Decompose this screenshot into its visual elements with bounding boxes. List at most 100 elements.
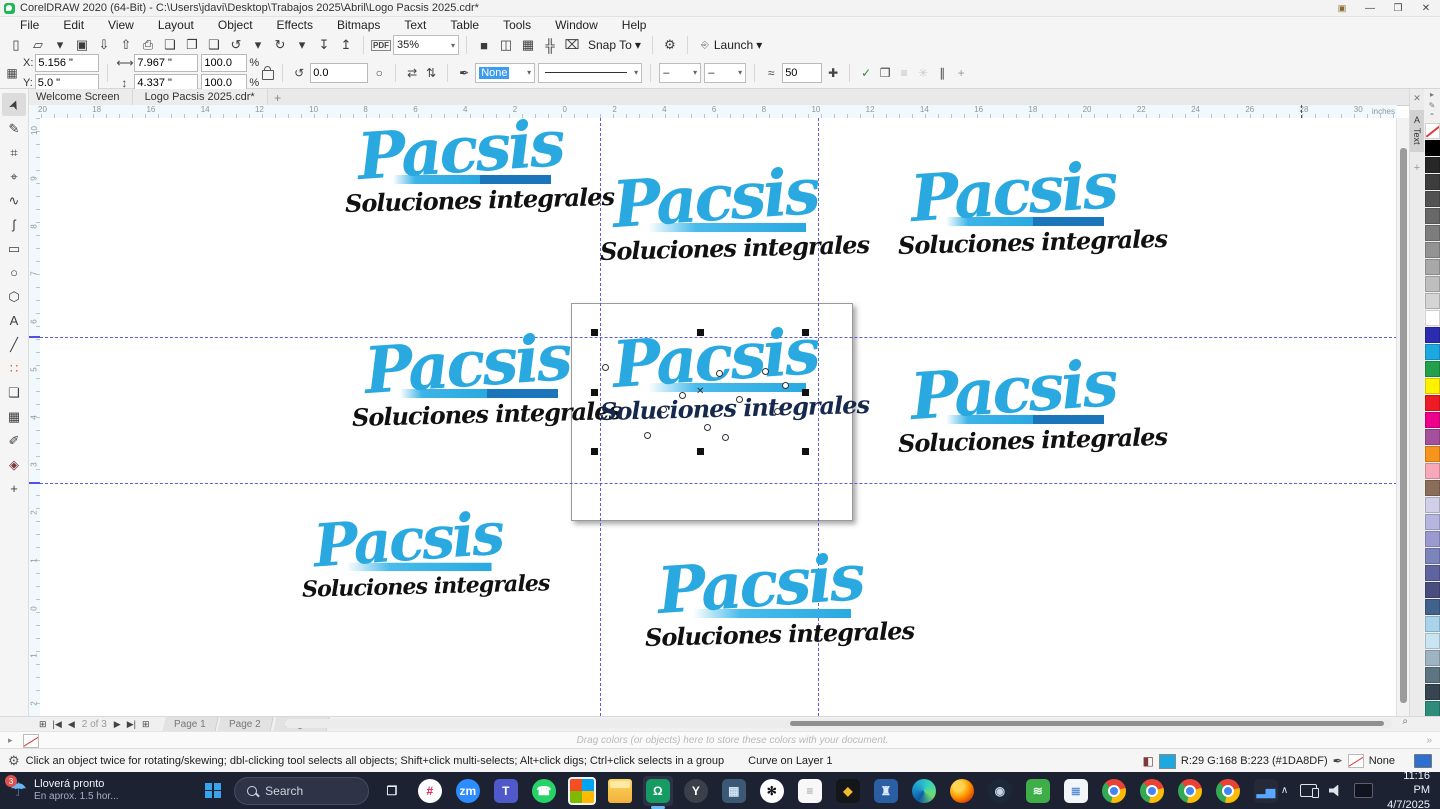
freehand-tool[interactable]: ∿ (2, 189, 26, 212)
palette-swatch[interactable] (1425, 259, 1440, 275)
cast-device-icon[interactable] (1300, 784, 1316, 797)
palette-swatch[interactable] (1425, 616, 1440, 632)
zoom-tool[interactable]: ⌖ (2, 165, 26, 188)
pick-tool[interactable]: ➤ (2, 93, 26, 116)
save-icon[interactable]: ▣ (72, 35, 92, 55)
menu-item[interactable]: Object (206, 18, 265, 32)
print-icon[interactable]: ⎙ (138, 35, 158, 55)
bluestacks[interactable]: ≋ (1023, 776, 1053, 806)
file-explorer[interactable] (605, 776, 635, 806)
zoom-corner-icon[interactable]: ⌕ (1402, 716, 1408, 727)
menu-item[interactable]: Help (610, 18, 659, 32)
duplicate-icon[interactable]: ❑ (204, 35, 224, 55)
undo-arrow[interactable]: ▾ (248, 35, 268, 55)
palette-swatch[interactable] (1425, 208, 1440, 224)
import-cloud-icon[interactable]: ⇩ (94, 35, 114, 55)
snap-to-button[interactable]: Snap To▾ (584, 38, 645, 52)
palette-swatch[interactable] (1425, 276, 1440, 292)
palette-swatch[interactable] (1425, 412, 1440, 428)
fullscreen-preview-icon[interactable]: ■ (474, 35, 494, 55)
ellipse-tool[interactable]: ○ (2, 261, 26, 284)
edge[interactable] (909, 776, 939, 806)
logo-middle-right[interactable]: Pacsis Soluciones integrales (898, 362, 1128, 455)
palette-swatch[interactable] (1425, 463, 1440, 479)
blue-app[interactable]: ♜ (871, 776, 901, 806)
status-gear-icon[interactable]: ⚙ (8, 753, 20, 769)
whatsapp[interactable]: ☎ (529, 776, 559, 806)
menu-item[interactable]: Tools (491, 18, 543, 32)
mirror-vertical-icon[interactable]: ⇅ (423, 66, 439, 80)
menu-item[interactable]: Layout (146, 18, 206, 32)
dimension-tool[interactable]: ╱ (2, 333, 26, 356)
vertical-scrollbar[interactable] (1396, 118, 1410, 716)
palette-swatch[interactable] (1425, 361, 1440, 377)
palette-swatch[interactable] (1425, 225, 1440, 241)
tray-chevron-icon[interactable]: ∧ (1281, 785, 1288, 796)
object-properties-icon[interactable]: ∥ (934, 66, 950, 80)
tray-flyout-icon[interactable]: ▸ (8, 735, 13, 746)
performance-monitor[interactable]: ▂▅ (1251, 776, 1281, 806)
steam[interactable]: ◉ (985, 776, 1015, 806)
zoom-level-select[interactable]: 35% ▾ (393, 35, 459, 55)
object-width-field[interactable] (134, 54, 198, 72)
logo-bottom-center[interactable]: Pacsis Soluciones integrales (645, 556, 875, 649)
polygon-tool[interactable]: ⬡ (2, 285, 26, 308)
chatgpt[interactable]: ✻ (757, 776, 787, 806)
ms-store[interactable] (567, 776, 597, 806)
chrome-profile-4[interactable] (1213, 776, 1243, 806)
logo-middle-left[interactable]: Pacsis Soluciones integrales (352, 336, 582, 429)
first-page-button[interactable]: |◀ (50, 719, 65, 730)
tray-more-icon[interactable]: » (1426, 735, 1432, 746)
guideline-horizontal-2[interactable] (40, 483, 1397, 484)
scale-width-field[interactable] (201, 54, 247, 72)
open-arrow[interactable]: ▾ (50, 35, 70, 55)
end-arrowhead-select[interactable]: –▾ (704, 63, 746, 83)
launch-button[interactable]: ⎆ Launch ▾ (695, 35, 766, 55)
start-button[interactable] (200, 774, 226, 808)
menu-item[interactable]: View (96, 18, 146, 32)
palette-swatch[interactable] (1425, 310, 1440, 326)
palette-swatch[interactable] (1425, 684, 1440, 700)
convert-to-curves-icon[interactable]: ✓ (858, 66, 874, 80)
publish-pdf-icon[interactable]: PDF (371, 35, 391, 55)
mirror-horizontal-icon[interactable]: ⇄ (404, 66, 420, 80)
export-icon[interactable]: ↥ (336, 35, 356, 55)
palette-swatch[interactable] (1425, 395, 1440, 411)
proof-colors-icon[interactable] (1414, 754, 1432, 768)
show-grid-icon[interactable]: ▦ (518, 35, 538, 55)
speaker-icon[interactable] (1329, 785, 1342, 797)
smoothness-field[interactable] (782, 63, 822, 83)
binance[interactable]: ◆ (833, 776, 863, 806)
document-tab[interactable]: Welcome Screen (24, 89, 133, 105)
snap-off-icon[interactable]: ⌧ (562, 35, 582, 55)
task-view[interactable]: ❐ (377, 776, 407, 806)
drawing-canvas[interactable]: Pacsis Soluciones integrales Pacsis Solu… (40, 118, 1397, 716)
next-page-button[interactable]: ▶ (111, 719, 124, 730)
logo-bottom-left[interactable]: Pacsis Soluciones integrales (302, 514, 514, 599)
menu-item[interactable]: File (8, 18, 51, 32)
crop-tool[interactable]: ⌗ (2, 141, 26, 164)
palette-swatch[interactable] (1425, 599, 1440, 615)
calculator[interactable]: ▦ (719, 776, 749, 806)
y-app[interactable]: Y (681, 776, 711, 806)
logo-top-center[interactable]: Pacsis Soluciones integrales (600, 170, 830, 263)
horizontal-scrollbar-thumb[interactable] (790, 721, 1384, 726)
show-rulers-icon[interactable]: ◫ (496, 35, 516, 55)
docker-close-icon[interactable]: ✕ (1413, 93, 1421, 104)
palette-swatch[interactable] (1425, 633, 1440, 649)
undo-icon[interactable]: ↺ (226, 35, 246, 55)
drop-shadow-tool[interactable]: ❏ (2, 381, 26, 404)
maximize-button[interactable]: ❐ (1384, 0, 1412, 16)
palette-eyedropper-icon[interactable]: ✎ (1429, 100, 1436, 111)
menu-item[interactable]: Effects (265, 18, 325, 32)
palette-swatch[interactable] (1425, 242, 1440, 258)
taskbar-clock[interactable]: 11:16 PM 4/7/2025 (1385, 769, 1430, 809)
no-color-swatch[interactable] (1425, 123, 1440, 139)
customize-plus-icon[interactable]: + (953, 66, 969, 80)
menu-item[interactable]: Table (438, 18, 491, 32)
palette-swatch[interactable] (1425, 650, 1440, 666)
palette-swatch[interactable] (1425, 667, 1440, 683)
palette-swatch[interactable] (1425, 480, 1440, 496)
smoothness-stepper-icon[interactable]: ✚ (825, 66, 841, 80)
x-position-field[interactable] (35, 54, 99, 72)
